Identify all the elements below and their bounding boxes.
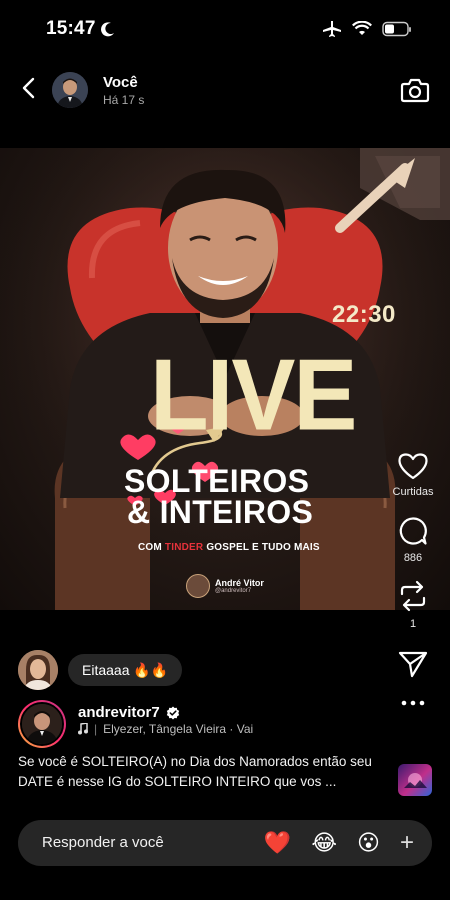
heart-reaction-button[interactable]: ❤️ bbox=[264, 830, 291, 856]
add-reaction-button[interactable]: + bbox=[400, 831, 414, 855]
laugh-reaction-button[interactable]: 😂 bbox=[311, 830, 337, 856]
commenter-avatar[interactable] bbox=[18, 650, 58, 690]
poster-subtitle: COM TINDER GOSPEL E TUDO MAIS bbox=[138, 542, 320, 553]
header-avatar[interactable] bbox=[52, 72, 88, 108]
poster-subtitle-accent: TINDER bbox=[164, 542, 204, 553]
camera-icon[interactable] bbox=[400, 76, 430, 104]
more-action[interactable] bbox=[401, 700, 425, 706]
quick-reactions: ❤️ 😂 😮 + bbox=[264, 830, 414, 856]
comments-count: 886 bbox=[403, 552, 423, 564]
reply-bar[interactable]: Responder a você ❤️ 😂 😮 + bbox=[18, 820, 432, 866]
wifi-icon bbox=[352, 21, 372, 35]
poster-subtitle-pre: COM bbox=[138, 542, 165, 553]
thumbnail-art bbox=[404, 773, 427, 788]
more-dots-icon[interactable] bbox=[401, 700, 425, 706]
battery-icon bbox=[382, 21, 411, 37]
header-name[interactable]: Você bbox=[103, 74, 138, 91]
comment-bubble[interactable]: Eitaaaa 🔥🔥 bbox=[68, 654, 183, 686]
reposts-count: 1 bbox=[409, 618, 417, 630]
like-action[interactable]: Curtidas bbox=[392, 452, 434, 498]
poster-badge-avatar bbox=[186, 574, 210, 598]
header-timestamp: Há 17 s bbox=[103, 93, 145, 107]
status-time: 15:47 bbox=[46, 18, 96, 39]
comment-row: Eitaaaa 🔥🔥 bbox=[18, 650, 183, 690]
action-rail: Curtidas 886 1 bbox=[390, 452, 436, 706]
reply-input[interactable]: Responder a você bbox=[42, 834, 164, 851]
wow-reaction-button[interactable]: 😮 bbox=[357, 830, 380, 856]
author-username-text[interactable]: andrevitor7 bbox=[78, 704, 160, 721]
author-photo bbox=[22, 704, 62, 744]
commenter-photo bbox=[18, 650, 58, 690]
comment-action[interactable]: 886 bbox=[398, 516, 428, 564]
avatar-photo bbox=[52, 72, 88, 108]
repost-icon[interactable] bbox=[398, 580, 428, 612]
music-divider: | bbox=[94, 722, 98, 736]
author-row: andrevitor7 | Elyezer, Tângela Vieira · … bbox=[18, 700, 378, 748]
author-avatar[interactable] bbox=[18, 700, 66, 748]
post-media[interactable]: 22:30 LIVE SOLTEIROS & INTEIROS COM TIND… bbox=[0, 148, 450, 610]
status-icons bbox=[322, 20, 412, 38]
like-label: Curtidas bbox=[392, 486, 434, 498]
heart-icon[interactable] bbox=[397, 452, 429, 480]
chevron-left-icon bbox=[22, 77, 35, 99]
poster-badge: André Vitor @andrevitor7 bbox=[186, 574, 264, 598]
airplane-icon bbox=[323, 21, 341, 37]
repost-action[interactable]: 1 bbox=[398, 580, 428, 630]
back-button[interactable] bbox=[14, 74, 42, 102]
dm-header: Você Há 17 s bbox=[0, 62, 450, 118]
poster-line-2: & INTEIROS bbox=[127, 494, 314, 530]
comment-icon[interactable] bbox=[398, 516, 428, 546]
status-bar: 15:47 bbox=[0, 0, 450, 62]
moon-icon bbox=[101, 22, 114, 37]
post-caption[interactable]: Se você é SOLTEIRO(A) no Dia dos Namorad… bbox=[18, 752, 378, 792]
share-action[interactable] bbox=[398, 650, 428, 678]
poster-subtitle-post: GOSPEL E TUDO MAIS bbox=[203, 542, 320, 553]
audio-thumbnail[interactable] bbox=[398, 764, 432, 796]
poster-time: 22:30 bbox=[332, 301, 396, 328]
music-info[interactable]: | Elyezer, Tângela Vieira · Vai bbox=[78, 722, 253, 736]
music-title: Elyezer, Tângela Vieira · Vai bbox=[103, 722, 254, 736]
music-note-icon bbox=[78, 723, 88, 735]
send-icon[interactable] bbox=[398, 650, 428, 678]
poster-badge-handle: @andrevitor7 bbox=[215, 588, 252, 594]
author-username[interactable]: andrevitor7 bbox=[78, 704, 180, 721]
poster-title: LIVE bbox=[150, 339, 357, 452]
verified-badge-icon bbox=[166, 706, 179, 719]
poster-badge-name: André Vitor bbox=[215, 578, 264, 588]
